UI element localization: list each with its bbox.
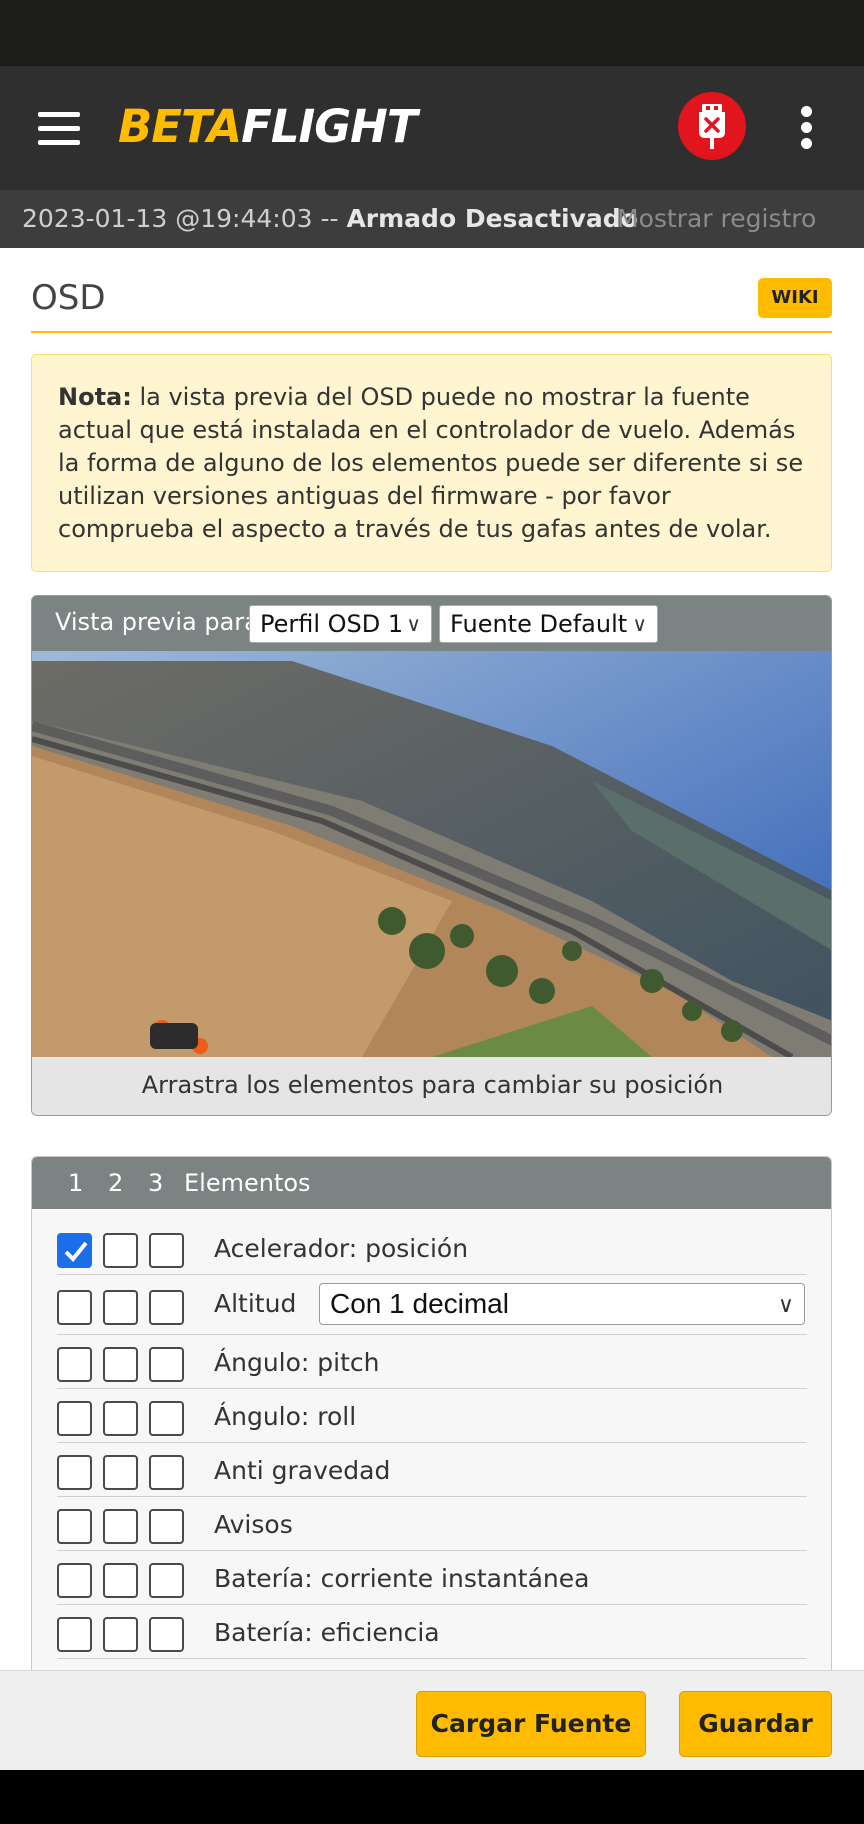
element-label: Avisos: [214, 1510, 293, 1539]
save-button[interactable]: Guardar: [679, 1691, 832, 1757]
usb-connect-button[interactable]: [678, 92, 746, 160]
betaflight-logo: BETAFLIGHT: [118, 100, 418, 153]
load-font-button[interactable]: Cargar Fuente: [416, 1691, 646, 1757]
show-log-link[interactable]: Mostrar registro: [617, 190, 816, 248]
element-row-roll: Ángulo: roll: [57, 1389, 807, 1443]
wiki-button[interactable]: WIKI: [758, 278, 832, 318]
preview-hint: Arrastra los elementos para cambiar su p…: [32, 1057, 831, 1115]
profile-1-checkbox[interactable]: [57, 1233, 92, 1268]
note-box: Nota: la vista previa del OSD puede no m…: [31, 354, 832, 572]
profile-2-checkbox[interactable]: [103, 1509, 138, 1544]
action-bar: Cargar Fuente Guardar: [0, 1670, 864, 1770]
profile-1-checkbox[interactable]: [57, 1290, 92, 1325]
profile-3-checkbox[interactable]: [149, 1347, 184, 1382]
preview-header: Vista previa para Perfil OSD 1 ∨ Fuente D…: [32, 596, 831, 651]
profile-3-checkbox[interactable]: [149, 1401, 184, 1436]
profile-1-checkbox[interactable]: [57, 1563, 92, 1598]
profile-3-checkbox[interactable]: [149, 1455, 184, 1490]
element-row-warnings: Avisos: [57, 1497, 807, 1551]
profile-2-checkbox[interactable]: [103, 1401, 138, 1436]
osd-preview-panel: Vista previa para Perfil OSD 1 ∨ Fuente D…: [31, 595, 832, 1116]
element-label: Batería: eficiencia: [214, 1618, 440, 1647]
tab-profile-3[interactable]: 3: [148, 1157, 163, 1209]
profile-3-checkbox[interactable]: [149, 1233, 184, 1268]
profile-2-checkbox[interactable]: [103, 1233, 138, 1268]
profile-2-checkbox[interactable]: [103, 1290, 138, 1325]
system-status-bar: [0, 0, 864, 66]
tab-profile-2[interactable]: 2: [108, 1157, 123, 1209]
elements-header: 1 2 3 Elementos: [32, 1157, 831, 1209]
element-row-altitude: Altitud Con 1 decimal ∨: [57, 1275, 807, 1335]
profile-1-checkbox[interactable]: [57, 1509, 92, 1544]
osd-preview-video[interactable]: [32, 651, 831, 1057]
app-header: BETAFLIGHT: [0, 66, 864, 190]
profile-1-checkbox[interactable]: [57, 1347, 92, 1382]
profile-2-checkbox[interactable]: [103, 1455, 138, 1490]
altitude-format-select[interactable]: Con 1 decimal ∨: [319, 1283, 805, 1325]
font-select[interactable]: Fuente Default ∨: [439, 605, 658, 643]
page-title: OSD: [31, 278, 106, 318]
osd-profile-select[interactable]: Perfil OSD 1 ∨: [249, 605, 432, 643]
checkmark-icon: [64, 1241, 88, 1262]
profile-1-checkbox[interactable]: [57, 1401, 92, 1436]
menu-icon[interactable]: [38, 112, 80, 146]
chevron-down-icon: ∨: [406, 612, 421, 636]
connection-status: 2023-01-13 @19:44:03 -- Armado Desactiva…: [22, 204, 638, 233]
element-row-anti-gravity: Anti gravedad: [57, 1443, 807, 1497]
element-row-throttle: Acelerador: posición: [57, 1221, 807, 1275]
profile-3-checkbox[interactable]: [149, 1617, 184, 1652]
profile-1-checkbox[interactable]: [57, 1617, 92, 1652]
more-options-icon[interactable]: [795, 106, 817, 154]
element-row-battery-current: Batería: corriente instantánea: [57, 1551, 807, 1605]
element-label: Ángulo: pitch: [214, 1348, 380, 1377]
profile-1-checkbox[interactable]: [57, 1455, 92, 1490]
elements-panel: 1 2 3 Elementos Acelerador: posición Alt…: [31, 1156, 832, 1676]
element-label: Ángulo: roll: [214, 1402, 357, 1431]
profile-2-checkbox[interactable]: [103, 1347, 138, 1382]
title-divider: [31, 331, 832, 333]
element-row-pitch: Ángulo: pitch: [57, 1335, 807, 1389]
tab-profile-1[interactable]: 1: [68, 1157, 83, 1209]
profile-2-checkbox[interactable]: [103, 1563, 138, 1598]
element-label: Batería: corriente instantánea: [214, 1564, 590, 1593]
usb-disconnected-icon: [699, 104, 725, 149]
preview-label: Vista previa para: [55, 608, 259, 636]
profile-3-checkbox[interactable]: [149, 1563, 184, 1598]
profile-3-checkbox[interactable]: [149, 1290, 184, 1325]
element-label: Altitud: [214, 1289, 297, 1318]
chevron-down-icon: ∨: [777, 1292, 794, 1317]
profile-3-checkbox[interactable]: [149, 1509, 184, 1544]
log-status-bar: 2023-01-13 @19:44:03 -- Armado Desactiva…: [0, 190, 864, 248]
element-label: Anti gravedad: [214, 1456, 391, 1485]
system-navigation-bar: [0, 1770, 864, 1824]
chevron-down-icon: ∨: [632, 612, 647, 636]
elements-heading: Elementos: [184, 1169, 311, 1197]
element-label: Acelerador: posición: [214, 1234, 469, 1263]
profile-2-checkbox[interactable]: [103, 1617, 138, 1652]
element-row-battery-efficiency: Batería: eficiencia: [57, 1605, 807, 1659]
